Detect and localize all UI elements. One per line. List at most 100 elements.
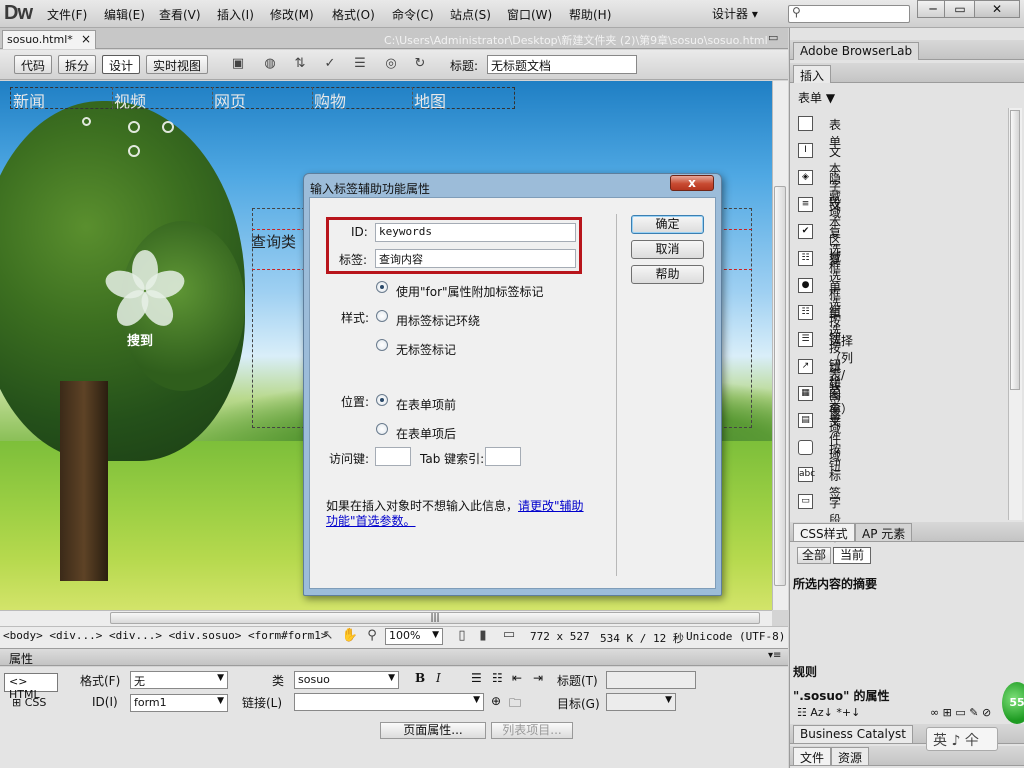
style-radio-none[interactable] bbox=[376, 339, 388, 351]
tab-ap-elements[interactable]: AP 元素 bbox=[855, 523, 913, 541]
menu-commands[interactable]: 命令(C) bbox=[392, 6, 434, 23]
ordered-list-icon[interactable]: ☷ bbox=[492, 671, 503, 685]
css-view-toggle-icon[interactable]: ☷ Az↓ *+↓ bbox=[797, 706, 860, 719]
insert-category-select[interactable]: 表单 ▼ bbox=[798, 89, 835, 106]
menu-window[interactable]: 窗口(W) bbox=[507, 6, 552, 23]
desktop-size-icon[interactable]: ▭ bbox=[499, 627, 519, 644]
style-radio-for-attribute[interactable] bbox=[376, 281, 388, 293]
tablet-size-icon[interactable]: ▮ bbox=[473, 628, 493, 645]
position-option-before[interactable]: 在表单项前 bbox=[396, 396, 456, 413]
position-option-after[interactable]: 在表单项后 bbox=[396, 425, 456, 442]
ime-toolbar[interactable]: 英 ♪ 仐 bbox=[926, 727, 998, 751]
browse-folder-icon[interactable]: 🗀 bbox=[509, 694, 521, 715]
style-radio-wrap[interactable] bbox=[376, 310, 388, 322]
mobile-size-icon[interactable]: ▯ bbox=[452, 628, 472, 645]
css-actions-icon[interactable]: ∞ ⊞ ▭ ✎ ⊘ bbox=[930, 706, 991, 719]
tab-index-input[interactable] bbox=[485, 447, 521, 466]
menu-view[interactable]: 查看(V) bbox=[159, 6, 201, 23]
menu-modify[interactable]: 修改(M) bbox=[270, 6, 314, 23]
file-management-icon[interactable]: ⇅ bbox=[290, 56, 310, 73]
menu-help[interactable]: 帮助(H) bbox=[569, 6, 611, 23]
help-search-input[interactable]: ⚲ bbox=[788, 5, 910, 23]
unordered-list-icon[interactable]: ☰ bbox=[471, 671, 482, 685]
tab-insert[interactable]: 插入 bbox=[793, 65, 832, 83]
nav-item-web[interactable]: 网页 bbox=[214, 88, 246, 112]
visual-aids-icon[interactable]: ◎ bbox=[381, 56, 401, 73]
maximize-button[interactable]: ▭ bbox=[944, 0, 976, 18]
outdent-icon[interactable]: ⇤ bbox=[512, 671, 522, 685]
css-properties-button[interactable]: ⊞ CSS bbox=[4, 695, 58, 712]
multiscreen-icon[interactable]: ▣ bbox=[228, 56, 248, 73]
title-input[interactable] bbox=[606, 671, 696, 689]
italic-button[interactable]: I bbox=[436, 671, 441, 685]
refresh-icon[interactable]: ↻ bbox=[410, 56, 430, 73]
target-select[interactable]: ▼ bbox=[606, 693, 676, 711]
split-view-button[interactable]: 拆分 bbox=[58, 55, 97, 74]
help-button[interactable]: 帮助 bbox=[631, 265, 704, 284]
w3c-validation-icon[interactable]: ✓ bbox=[320, 56, 340, 73]
design-horizontal-scroll-thumb[interactable]: ||| bbox=[110, 612, 760, 624]
select-tool-icon[interactable]: ↖ bbox=[318, 628, 338, 645]
close-window-button[interactable]: ✕ bbox=[974, 0, 1020, 18]
cancel-button[interactable]: 取消 bbox=[631, 240, 704, 259]
menu-format[interactable]: 格式(O) bbox=[332, 6, 375, 23]
tab-files[interactable]: 文件 bbox=[793, 747, 832, 765]
document-tab[interactable]: sosuo.html* × bbox=[2, 30, 96, 49]
dreamweaver-logo: Dw bbox=[4, 2, 33, 24]
class-select[interactable]: sosuo ▼ bbox=[294, 671, 399, 689]
list-item-button[interactable]: 列表项目... bbox=[491, 722, 573, 739]
nav-item-shopping[interactable]: 购物 bbox=[314, 88, 346, 112]
nav-divider bbox=[212, 87, 213, 109]
fieldset-icon: ▭ bbox=[798, 494, 813, 509]
position-radio-after[interactable] bbox=[376, 423, 388, 435]
insert-panel-scroll-thumb[interactable] bbox=[1010, 110, 1020, 390]
link-input[interactable]: ▼ bbox=[294, 693, 484, 711]
bold-button[interactable]: B bbox=[415, 671, 425, 685]
access-key-input[interactable] bbox=[375, 447, 411, 466]
restore-document-icon[interactable]: ▭ bbox=[768, 31, 778, 44]
format-select[interactable]: 无 ▼ bbox=[130, 671, 228, 689]
css-mode-all-button[interactable]: 全部 bbox=[797, 547, 831, 564]
code-view-button[interactable]: 代码 bbox=[14, 55, 53, 74]
panel-menu-icon[interactable]: ▾≡ bbox=[768, 650, 781, 661]
point-to-file-icon[interactable]: ⊕ bbox=[491, 694, 501, 708]
menu-insert[interactable]: 插入(I) bbox=[217, 6, 254, 23]
check-browser-icon[interactable]: ☰ bbox=[350, 56, 370, 73]
ok-button[interactable]: 确定 bbox=[631, 215, 704, 234]
nav-item-map[interactable]: 地图 bbox=[414, 88, 446, 112]
indent-icon[interactable]: ⇥ bbox=[533, 671, 543, 685]
page-title-input[interactable]: 无标题文档 bbox=[487, 55, 637, 74]
id-field[interactable]: keywords bbox=[375, 223, 576, 242]
label-field[interactable]: 查询内容 bbox=[375, 249, 576, 268]
close-tab-icon[interactable]: × bbox=[81, 32, 91, 46]
tab-assets[interactable]: 资源 bbox=[831, 747, 870, 765]
nav-item-video[interactable]: 视频 bbox=[114, 88, 146, 112]
nav-item-news[interactable]: 新闻 bbox=[13, 88, 45, 112]
design-vertical-scroll-thumb[interactable] bbox=[774, 186, 786, 586]
design-view-button[interactable]: 设计 bbox=[102, 55, 141, 74]
style-option-wrap[interactable]: 用标签标记环绕 bbox=[396, 312, 480, 329]
page-properties-button[interactable]: 页面属性... bbox=[380, 722, 486, 739]
hand-tool-icon[interactable]: ✋ bbox=[340, 628, 360, 645]
menu-site[interactable]: 站点(S) bbox=[450, 6, 491, 23]
tag-selector[interactable]: <body> <div...> <div...> <div.sosuo> <fo… bbox=[3, 629, 328, 642]
style-option-for-attribute[interactable]: 使用"for"属性附加标签标记 bbox=[396, 283, 544, 300]
preview-browser-icon[interactable]: ◍ bbox=[260, 56, 280, 73]
dialog-close-button[interactable]: x bbox=[670, 175, 714, 191]
css-mode-current-button[interactable]: 当前 bbox=[833, 547, 871, 564]
zoom-select[interactable]: 100% ▼ bbox=[385, 628, 443, 645]
workspace-switcher[interactable]: 设计器 ▾ bbox=[712, 5, 758, 22]
live-view-button[interactable]: 实时视图 bbox=[146, 55, 209, 74]
menu-edit[interactable]: 编辑(E) bbox=[104, 6, 145, 23]
tab-browserlab[interactable]: Adobe BrowserLab bbox=[793, 42, 920, 60]
menu-file[interactable]: 文件(F) bbox=[47, 6, 87, 23]
window-size[interactable]: 772 x 527 bbox=[530, 630, 590, 643]
zoom-tool-icon[interactable]: ⚲ bbox=[362, 628, 382, 645]
tab-business-catalyst[interactable]: Business Catalyst bbox=[793, 725, 913, 743]
html-properties-button[interactable]: <> HTML bbox=[4, 673, 58, 701]
id-select[interactable]: form1 ▼ bbox=[130, 694, 228, 712]
zoom-value: 100% bbox=[389, 629, 421, 642]
tab-css-styles[interactable]: CSS样式 bbox=[793, 523, 855, 541]
position-radio-before[interactable] bbox=[376, 394, 388, 406]
style-option-none[interactable]: 无标签标记 bbox=[396, 341, 456, 358]
